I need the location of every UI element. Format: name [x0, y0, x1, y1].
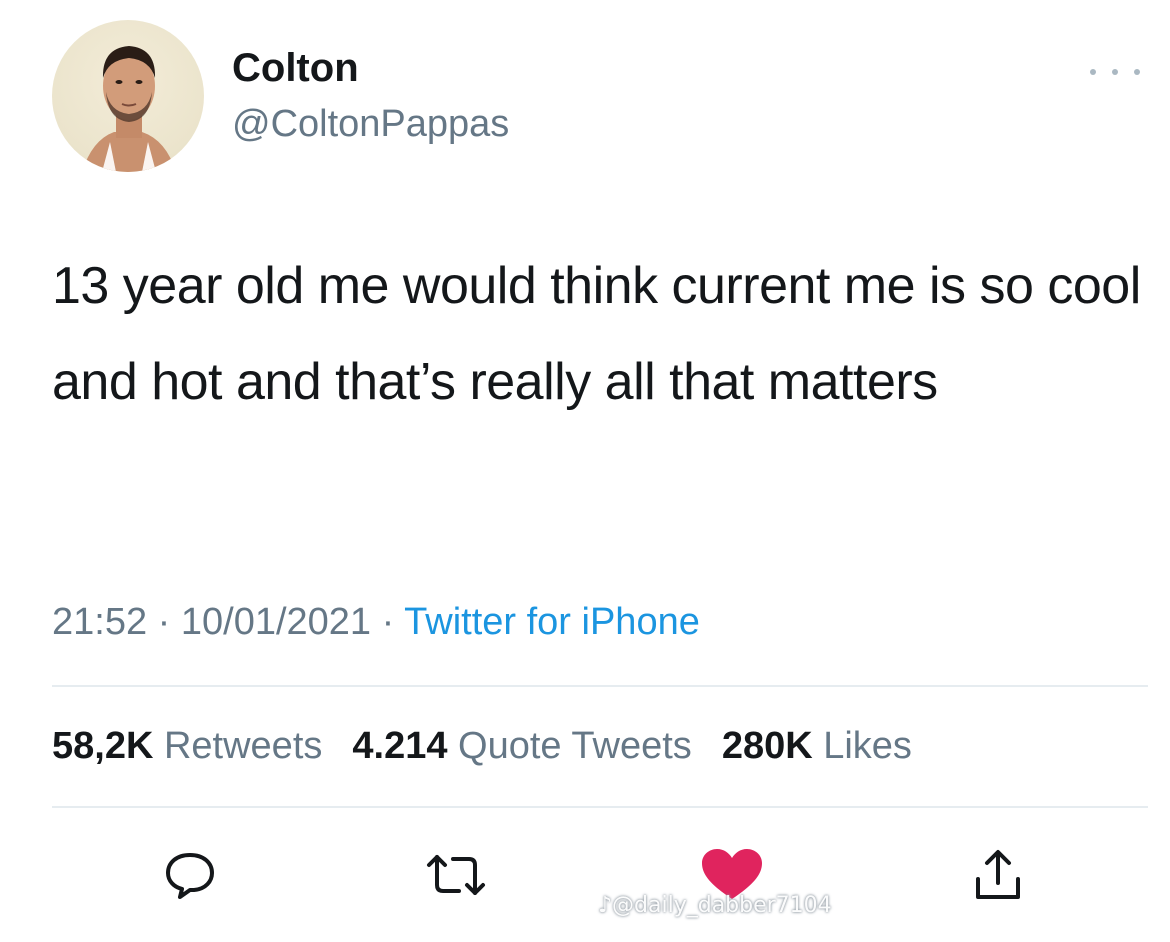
- likes-count: 280K: [721, 725, 813, 767]
- likes-label: Likes: [823, 725, 912, 767]
- user-handle[interactable]: @ColtonPappas: [232, 101, 509, 147]
- divider: [52, 806, 1148, 808]
- dot: [1112, 69, 1118, 75]
- tweet-text: 13 year old me would think current me is…: [52, 257, 1141, 411]
- more-options-icon[interactable]: [1090, 60, 1140, 84]
- dot: [1134, 69, 1140, 75]
- meta-separator: ·: [371, 601, 405, 643]
- share-upload-icon: [976, 850, 1020, 899]
- quotes-label: Quote Tweets: [458, 725, 692, 767]
- meta-separator: ·: [147, 601, 181, 643]
- retweet-icon: [427, 855, 485, 895]
- quotes-count: 4.214: [352, 725, 448, 767]
- tweet-meta: 21:52 · 10/01/2021 · Twitter for iPhone: [52, 598, 700, 646]
- divider: [52, 685, 1148, 687]
- retweets-count: 58,2K: [52, 725, 154, 767]
- tweet-date[interactable]: 10/01/2021: [181, 601, 371, 643]
- tweet-stats: 58,2K Retweets 4.214 Quote Tweets 280K Lik…: [52, 722, 912, 770]
- retweets-label: Retweets: [163, 725, 323, 767]
- likes-stat[interactable]: 280K Likes: [722, 725, 912, 767]
- retweet-button[interactable]: [424, 845, 488, 905]
- share-button[interactable]: [966, 845, 1030, 905]
- retweets-stat[interactable]: 58,2K Retweets: [52, 725, 322, 767]
- display-name[interactable]: Colton: [232, 44, 359, 92]
- tweet-source[interactable]: Twitter for iPhone: [404, 601, 700, 643]
- reply-button[interactable]: [158, 845, 222, 905]
- tweet-card: Colton @ColtonPappas 13 year old me woul…: [0, 0, 1170, 942]
- avatar-image: [82, 46, 176, 172]
- comment-bubble-icon: [166, 853, 214, 899]
- quotes-stat[interactable]: 4.214 Quote Tweets: [352, 725, 691, 767]
- tweet-time[interactable]: 21:52: [52, 601, 147, 643]
- dot: [1090, 69, 1096, 75]
- avatar[interactable]: [52, 20, 204, 172]
- watermark-text: ♪@daily_dabber7104: [598, 893, 832, 918]
